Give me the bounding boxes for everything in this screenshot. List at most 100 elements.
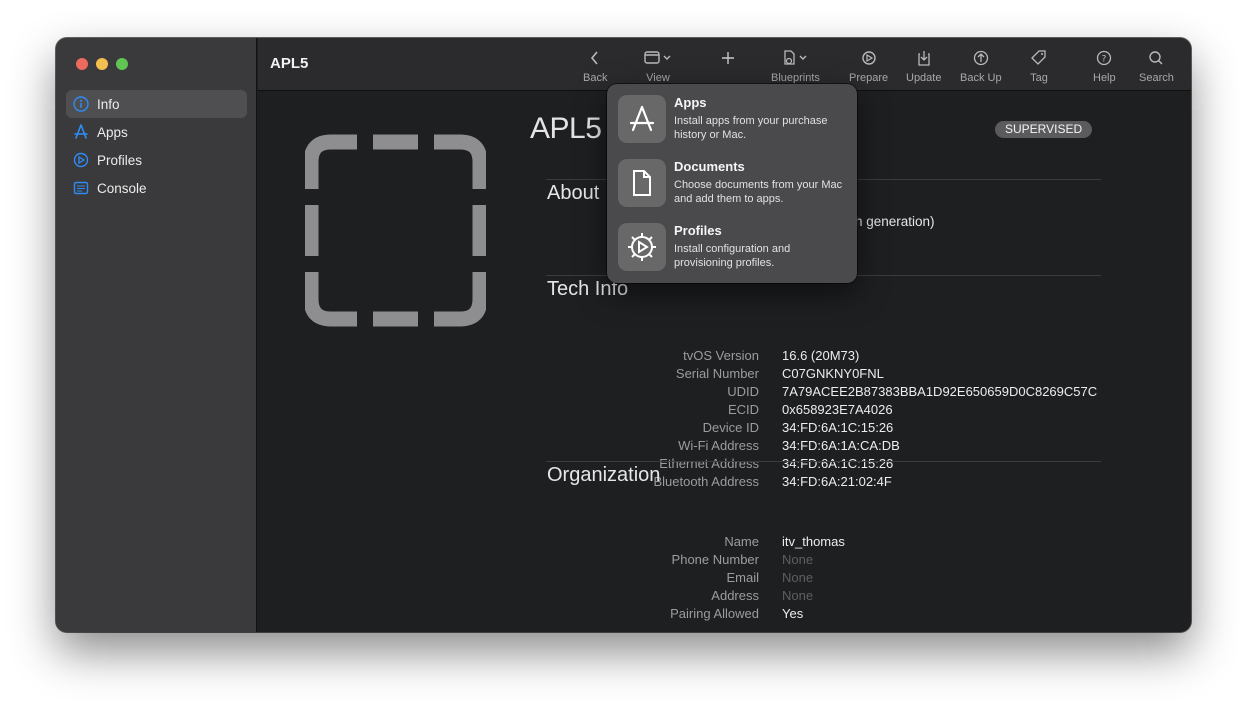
console-icon (73, 181, 89, 195)
field-label: Pairing Allowed (670, 606, 759, 621)
add-apps-menu-item[interactable]: Apps Install apps from your purchase his… (618, 95, 850, 149)
blueprint-icon (784, 50, 807, 65)
sidebar-item-label: Info (97, 96, 120, 112)
document-icon (618, 159, 666, 207)
device-placeholder-icon (305, 134, 486, 327)
add-profiles-menu-item[interactable]: Profiles Install configuration and provi… (618, 223, 850, 277)
app-store-icon (618, 95, 666, 143)
sidebar-item-apps[interactable]: Apps (66, 118, 247, 146)
minimize-window-button[interactable] (96, 58, 108, 70)
view-button[interactable]: View (644, 48, 672, 84)
info-icon (73, 96, 89, 112)
about-model-text: h generation) (855, 214, 935, 229)
menu-item-title: Apps (674, 95, 707, 110)
org-row-address: Address None (558, 587, 1118, 605)
backup-icon (973, 50, 988, 66)
menu-item-description: Install apps from your purchase history … (674, 115, 828, 141)
add-documents-menu-item[interactable]: Documents Choose documents from your Mac… (618, 159, 850, 213)
help-label: Help (1093, 72, 1116, 84)
org-row-name: Name itv_thomas (558, 533, 1118, 551)
help-icon: ? (1097, 50, 1112, 66)
prepare-button[interactable]: Prepare (849, 48, 888, 84)
backup-label: Back Up (960, 72, 1002, 84)
tech-row-ecid: ECID 0x658923E7A4026 (558, 401, 1118, 419)
field-label: UDID (727, 384, 759, 399)
sidebar-item-label: Console (97, 180, 147, 196)
field-label: Address (711, 588, 759, 603)
sidebar-item-profiles[interactable]: Profiles (66, 146, 247, 174)
tag-icon (1031, 50, 1046, 65)
prepare-gear-icon (861, 51, 876, 65)
field-label: Serial Number (675, 366, 759, 381)
profiles-icon (73, 152, 89, 168)
field-label: Phone Number (671, 552, 759, 567)
section-title-about: About (547, 182, 600, 204)
field-value: 34:FD:6A:21:02:4F (782, 474, 892, 489)
field-value: 7A79ACEE2B87383BBA1D92E650659D0C8269C57C (782, 384, 1098, 399)
sidebar: Info Apps Profiles Console (56, 38, 257, 632)
menu-item-description: Install configuration and provisioning p… (674, 243, 791, 269)
backup-button[interactable]: Back Up (960, 48, 1002, 84)
field-label: Wi-Fi Address (678, 438, 759, 453)
field-label: Name (724, 534, 759, 549)
add-menu-popover: Apps Install apps from your purchase his… (607, 84, 857, 283)
sidebar-item-label: Profiles (97, 152, 143, 168)
back-button[interactable]: Back (583, 48, 607, 84)
tech-row-tvos-version: tvOS Version 16.6 (20M73) (558, 347, 1118, 365)
divider (546, 461, 1101, 462)
chevron-left-icon (591, 51, 598, 65)
update-icon (918, 51, 930, 66)
field-value: None (782, 570, 814, 585)
add-button[interactable] (721, 48, 735, 68)
field-value: None (782, 588, 814, 603)
plus-icon (722, 52, 734, 64)
sidebar-list: Info Apps Profiles Console (66, 90, 247, 202)
zoom-window-button[interactable] (116, 58, 128, 70)
org-row-phone-number: Phone Number None (558, 551, 1118, 569)
supervised-badge: SUPERVISED (995, 121, 1093, 138)
field-value: 16.6 (20M73) (782, 348, 860, 363)
field-value: Yes (782, 606, 804, 621)
tag-label: Tag (1030, 72, 1048, 84)
sidebar-item-info[interactable]: Info (66, 90, 247, 118)
tag-button[interactable]: Tag (1029, 48, 1049, 84)
help-button[interactable]: ? Help (1093, 48, 1116, 84)
field-value: 0x658923E7A4026 (782, 402, 893, 417)
apps-icon (74, 124, 88, 139)
svg-text:?: ? (1102, 55, 1107, 65)
organization-list: Name itv_thomas Phone Number None Email Non… (558, 533, 1118, 623)
close-window-button[interactable] (76, 58, 88, 70)
org-row-pairing-allowed: Pairing Allowed Yes (558, 605, 1118, 623)
menu-item-title: Documents (674, 159, 745, 174)
blueprints-label: Blueprints (771, 72, 820, 84)
device-name: APL5 (530, 112, 602, 145)
field-value: itv_thomas (782, 534, 845, 549)
field-label: ECID (727, 402, 759, 417)
menu-item-description: Choose documents from your Mac and add t… (674, 179, 843, 205)
field-value: C07GNKNY0FNL (782, 366, 884, 381)
field-value: 34:FD:6A:1C:15:26 (782, 456, 894, 471)
search-label: Search (1139, 72, 1174, 84)
field-value: 34:FD:6A:1A:CA:DB (782, 438, 900, 453)
tech-row-serial-number: Serial Number C07GNKNY0FNL (558, 365, 1118, 383)
field-label: Email (726, 570, 759, 585)
window-title: APL5 (270, 55, 309, 72)
back-label: Back (583, 72, 608, 84)
tech-row-udid: UDID 7A79ACEE2B87383BBA1D92E650659D0C8269… (558, 383, 1118, 401)
blueprints-button[interactable]: Blueprints (771, 48, 820, 84)
field-label: tvOS Version (683, 348, 759, 363)
tech-row-device-id: Device ID 34:FD:6A:1C:15:26 (558, 419, 1118, 437)
search-icon (1149, 51, 1163, 65)
menu-item-title: Profiles (674, 223, 722, 238)
view-label: View (646, 72, 670, 84)
tech-row-wifi-address: Wi-Fi Address 34:FD:6A:1A:CA:DB (558, 437, 1118, 455)
sidebar-item-label: Apps (97, 124, 128, 140)
sidebar-view-icon (644, 51, 671, 64)
search-button[interactable]: Search (1139, 48, 1174, 84)
org-row-email: Email None (558, 569, 1118, 587)
sidebar-item-console[interactable]: Console (66, 174, 247, 202)
update-button[interactable]: Update (906, 48, 941, 84)
update-label: Update (906, 72, 942, 84)
field-value: None (782, 552, 814, 567)
field-label: Device ID (702, 420, 759, 435)
